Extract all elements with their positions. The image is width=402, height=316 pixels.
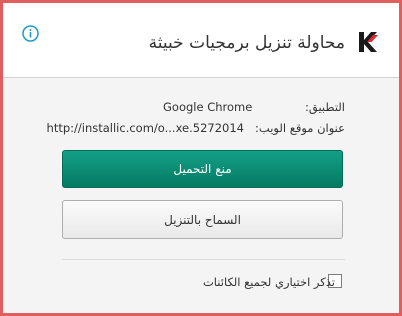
allow-download-label: السماح بالتنزيل xyxy=(164,212,241,227)
url-value: http://installic.com/o...xe.5272014 xyxy=(46,121,244,135)
allow-download-button[interactable]: السماح بالتنزيل xyxy=(62,200,343,239)
url-label: عنوان موقع الويب: xyxy=(255,121,345,135)
info-icon[interactable] xyxy=(22,25,39,42)
kaspersky-logo-icon xyxy=(359,32,378,52)
application-value: Google Chrome xyxy=(163,100,253,114)
block-download-button[interactable]: منع التحميل xyxy=(62,150,343,188)
dialog-header: محاولة تنزيل برمجيات خبيثة xyxy=(3,3,399,78)
dialog-title: محاولة تنزيل برمجيات خبيثة xyxy=(148,33,345,53)
divider xyxy=(62,259,345,260)
application-label: التطبيق: xyxy=(304,100,345,114)
block-download-label: منع التحميل xyxy=(173,162,232,176)
remember-choice-label: تذكر اختياري لجميع الكائنات xyxy=(202,275,335,289)
dialog-body: التطبيق: Google Chrome عنوان موقع الويب:… xyxy=(3,78,399,313)
dialog-window: محاولة تنزيل برمجيات خبيثة التطبيق: Goog… xyxy=(0,0,402,316)
